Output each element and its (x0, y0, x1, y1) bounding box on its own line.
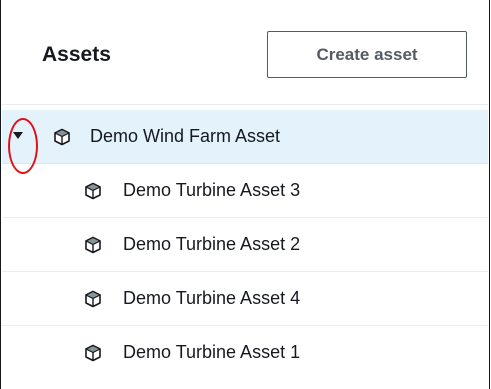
cube-icon (85, 344, 101, 362)
tree-node-label: Demo Turbine Asset 1 (123, 342, 301, 362)
tree-node-child[interactable]: Demo Turbine Asset 3 (2, 164, 488, 218)
cube-icon (54, 128, 70, 146)
tree-node-child[interactable]: Demo Turbine Asset 4 (2, 272, 488, 326)
create-asset-button[interactable]: Create asset (267, 31, 467, 78)
asset-tree: Demo Wind Farm Asset Demo Turbine Asset … (2, 110, 488, 380)
cube-icon (85, 236, 101, 254)
tree-node-label: Demo Wind Farm Asset (90, 126, 281, 146)
tree-node-label: Demo Turbine Asset 2 (123, 234, 301, 254)
page-title: Assets (42, 43, 111, 66)
cube-icon (85, 290, 101, 308)
panel-header: Assets Create asset (2, 0, 488, 105)
tree-node-child[interactable]: Demo Turbine Asset 1 (2, 326, 488, 380)
caret-down-icon[interactable] (13, 132, 23, 139)
tree-node-child[interactable]: Demo Turbine Asset 2 (2, 218, 488, 272)
tree-node-label: Demo Turbine Asset 3 (123, 180, 301, 200)
tree-node-label: Demo Turbine Asset 4 (123, 288, 301, 308)
cube-icon (85, 182, 101, 200)
assets-panel: Assets Create asset Demo Wind Farm Asset… (0, 0, 490, 389)
tree-node-demo-wind-farm-asset[interactable]: Demo Wind Farm Asset (2, 110, 488, 174)
